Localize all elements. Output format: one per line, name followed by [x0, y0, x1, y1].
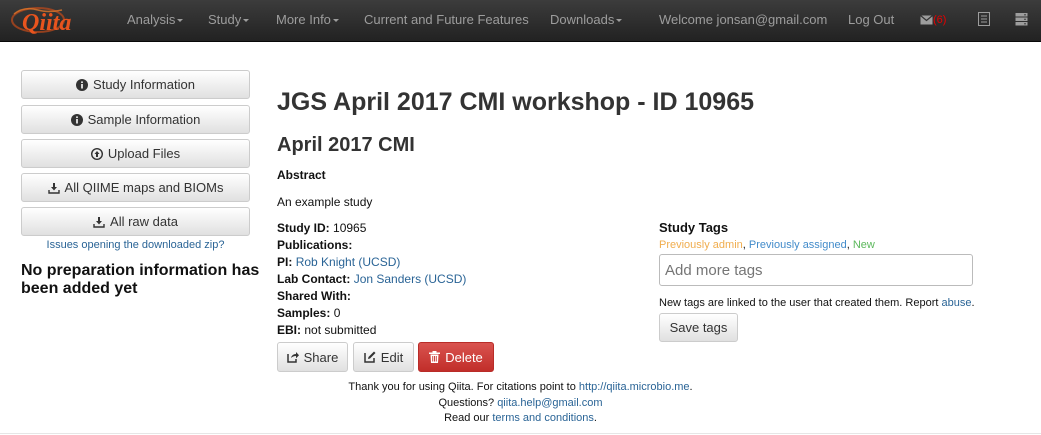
messages-link[interactable]: (6) — [920, 11, 946, 26]
lab-contact-link[interactable]: Jon Sanders (UCSD) — [354, 272, 467, 286]
nav-more-info[interactable]: More Info — [276, 12, 339, 27]
study-alias: April 2017 CMI — [277, 134, 415, 156]
study-tags-heading: Study Tags — [659, 220, 729, 235]
download-icon — [93, 216, 105, 228]
svg-text:Qiita: Qiita — [22, 10, 71, 36]
caret-down-icon — [243, 19, 250, 23]
shared-with-row: Shared With: — [277, 289, 351, 303]
top-navbar: Qiita Analysis Study More Info Current a… — [0, 0, 1041, 42]
add-tags-input[interactable] — [659, 254, 973, 286]
study-id-row: Study ID: 10965 — [277, 221, 367, 235]
upload-icon — [90, 147, 103, 160]
no-preparation-message: No preparation information has been adde… — [21, 262, 260, 297]
legend-new: New — [852, 239, 875, 251]
footer-questions: Questions? qiita.help@gmail.com — [438, 397, 603, 409]
button-label: Study Information — [93, 77, 195, 92]
sample-information-button[interactable]: Sample Information — [21, 105, 250, 134]
button-label: Edit — [380, 349, 404, 365]
abstract-text: An example study — [277, 195, 373, 209]
caret-down-icon — [616, 19, 623, 23]
legend-assigned: Previously assigned — [748, 239, 847, 251]
publications-row: Publications: — [277, 238, 353, 252]
abstract-heading: Abstract — [277, 168, 326, 182]
upload-files-button[interactable]: Upload Files — [21, 139, 250, 168]
envelope-icon — [920, 14, 933, 25]
welcome-user-link[interactable]: Welcome jonsan@gmail.com — [659, 12, 827, 27]
footer-divider — [0, 433, 1041, 434]
button-label: All raw data — [110, 214, 178, 229]
legend-admin: Previously admin — [659, 239, 743, 251]
list-icon[interactable] — [978, 12, 992, 26]
button-label: Upload Files — [107, 146, 181, 161]
help-email-link[interactable]: qiita.help@gmail.com — [497, 397, 602, 409]
page-title: JGS April 2017 CMI workshop - ID 10965 — [277, 88, 755, 116]
nav-downloads[interactable]: Downloads — [550, 12, 623, 27]
lab-contact-row: Lab Contact: Jon Sanders (UCSD) — [277, 272, 467, 286]
delete-button[interactable]: Delete — [418, 342, 494, 372]
pi-link[interactable]: Rob Knight (UCSD) — [296, 255, 401, 269]
ebi-row: EBI: not submitted — [277, 323, 377, 337]
server-icon[interactable] — [1015, 12, 1029, 26]
button-label: Sample Information — [87, 112, 201, 127]
nav-current-future-features[interactable]: Current and Future Features — [364, 12, 529, 27]
nav-study[interactable]: Study — [208, 12, 250, 27]
info-sign-icon — [70, 113, 83, 126]
study-information-button[interactable]: Study Information — [21, 70, 250, 99]
share-button[interactable]: Share — [277, 342, 348, 372]
trash-icon — [429, 351, 441, 363]
samples-row: Samples: 0 — [277, 306, 341, 320]
caret-down-icon — [332, 19, 339, 23]
footer-terms: Read our terms and conditions. — [444, 412, 597, 424]
button-label: Share — [303, 349, 339, 365]
unread-count-badge: (6) — [933, 14, 947, 26]
zip-issues-link[interactable]: Issues opening the downloaded zip? — [21, 239, 250, 251]
pi-row: PI: Rob Knight (UCSD) — [277, 255, 401, 269]
download-raw-data-button[interactable]: All raw data — [21, 207, 250, 236]
share-icon — [286, 351, 299, 363]
terms-link[interactable]: terms and conditions — [492, 412, 594, 424]
edit-icon — [364, 351, 376, 363]
save-tags-button[interactable]: Save tags — [659, 313, 738, 342]
download-icon — [47, 182, 60, 194]
nav-analysis[interactable]: Analysis — [127, 12, 184, 27]
logout-link[interactable]: Log Out — [848, 12, 894, 27]
button-label: All QIIME maps and BIOMs — [64, 180, 224, 195]
tags-note: New tags are linked to the user that cre… — [659, 297, 975, 309]
qiita-logo[interactable]: Qiita — [8, 4, 102, 38]
button-label: Delete — [445, 349, 483, 365]
download-qiime-maps-bioms-button[interactable]: All QIIME maps and BIOMs — [21, 173, 250, 202]
footer-citation: Thank you for using Qiita. For citations… — [348, 381, 693, 393]
qiita-url-link[interactable]: http://qiita.microbio.me — [579, 381, 690, 393]
edit-button[interactable]: Edit — [353, 342, 414, 372]
info-sign-icon — [76, 78, 89, 91]
report-abuse-link[interactable]: abuse — [941, 297, 971, 309]
tags-legend: Previously admin, Previously assigned, N… — [659, 239, 875, 251]
caret-down-icon — [177, 19, 184, 23]
